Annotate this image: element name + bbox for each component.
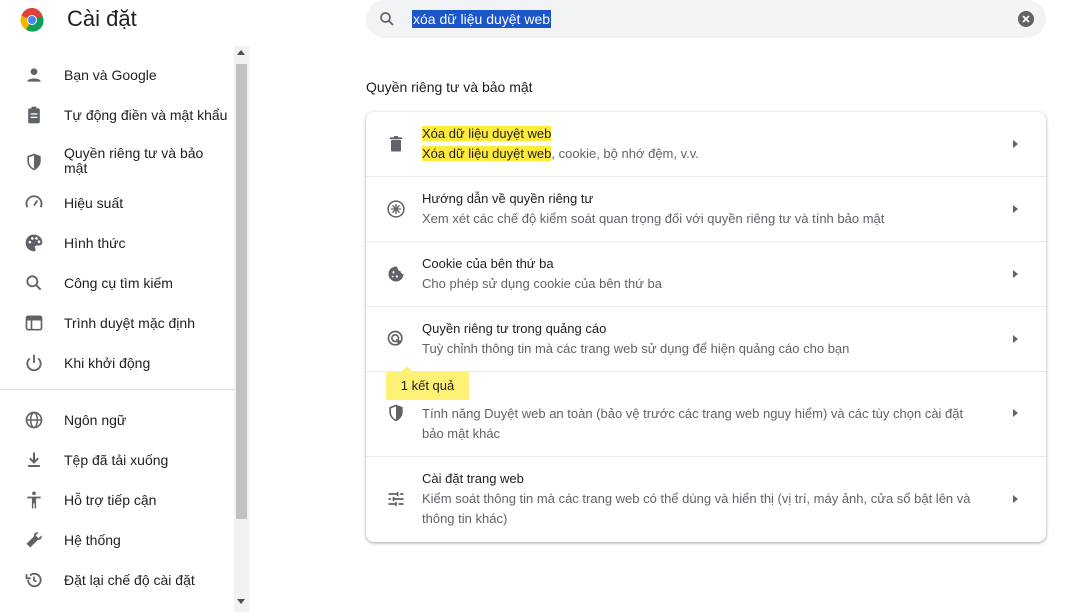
globe-icon [25,411,43,429]
sidebar-divider [0,389,234,390]
chevron-right-icon [1013,140,1018,148]
search-input[interactable]: xóa dữ liệu duyệt web [412,10,552,28]
accessibility-icon [27,491,41,509]
sidebar-item-you-and-google[interactable]: Bạn và Google [0,64,234,86]
restore-icon [25,572,42,588]
search-result-bubble: 1 kết quả [386,372,469,400]
row-description: Xem xét các chế độ kiểm soát quan trọng … [422,211,885,226]
scroll-down-icon[interactable] [237,599,245,604]
sidebar-item-search-engine[interactable]: Công cụ tìm kiếm [0,272,234,294]
trash-icon [389,136,403,152]
page-title: Cài đặt [67,6,137,31]
sidebar-item-reset-settings[interactable]: Đặt lại chế độ cài đặt [0,569,234,591]
palette-icon [25,234,43,252]
sidebar-scroll-thumb[interactable] [236,64,247,519]
sidebar-item-languages[interactable]: Ngôn ngữ [0,409,234,431]
chevron-right-icon [1013,409,1018,417]
power-icon [26,354,42,372]
section-title: Quyền riêng tư và bảo mật [366,79,533,95]
cookie-icon [388,266,404,282]
row-title: Cookie của bên thứ ba [422,256,554,271]
privacy-settings-card: Xóa dữ liệu duyệt web Xóa dữ liệu duyệt … [366,112,1046,542]
sidebar-item-autofill[interactable]: Tự động điền và mật khẩu [0,104,234,126]
sidebar-item-label: Khi khởi động [64,354,151,371]
sidebar-item-performance[interactable]: Hiệu suất [0,192,234,214]
speedometer-icon [25,195,43,208]
chevron-right-icon [1013,335,1018,343]
privacy-guide-row[interactable]: Hướng dẫn về quyền riêng tư Xem xét các … [366,177,1046,241]
person-icon [27,68,41,82]
sidebar-item-label: Hiệu suất [64,194,124,211]
sidebar-item-label: Hệ thống [64,531,121,548]
row-title: Quyền riêng tư trong quảng cáo [422,321,607,336]
chevron-right-icon [1013,205,1018,213]
row-description: Kiểm soát thông tin mà các trang web có … [422,491,971,526]
clipboard-icon [28,106,40,124]
shield-icon [389,404,403,422]
sidebar: Bạn và Google Tự động điền và mật khẩu Q… [0,46,250,612]
third-party-cookies-row[interactable]: Cookie của bên thứ ba Cho phép sử dụng c… [366,242,1046,306]
search-icon [26,275,42,291]
chevron-right-icon [1013,495,1018,503]
row-title: Cài đặt trang web [422,471,524,486]
browser-window-icon [25,315,43,331]
ad-privacy-row[interactable]: Quyền riêng tư trong quảng cáo Tuỳ chỉnh… [366,307,1046,371]
row-description: Cho phép sử dụng cookie của bên thứ ba [422,276,663,291]
sidebar-item-system[interactable]: Hệ thống [0,529,234,551]
sidebar-item-label: Trình duyệt mặc định [64,314,195,331]
sidebar-item-label: Ngôn ngữ [64,411,127,428]
clear-browsing-data-row[interactable]: Xóa dữ liệu duyệt web Xóa dữ liệu duyệt … [366,112,1046,176]
sidebar-item-on-startup[interactable]: Khi khởi động [0,352,234,374]
privacy-guide-icon [387,200,405,218]
sidebar-item-label: Hỗ trợ tiếp cận [64,491,157,508]
row-title: Hướng dẫn về quyền riêng tư [422,191,594,206]
sidebar-item-label: Đặt lại chế độ cài đặt [64,571,195,588]
sliders-icon [388,491,404,507]
ad-privacy-icon [387,330,403,346]
chevron-right-icon [1013,270,1018,278]
download-icon [28,452,40,467]
row-description: Xóa dữ liệu duyệt web, cookie, bộ nhớ đệ… [422,146,699,161]
clear-search-icon[interactable] [1018,11,1034,27]
chrome-logo-icon [20,8,44,32]
wrench-icon [26,532,42,548]
row-description: Tuỳ chỉnh thông tin mà các trang web sử … [422,341,850,356]
sidebar-item-appearance[interactable]: Hình thức [0,232,234,254]
row-description: Tính năng Duyệt web an toàn (bảo vệ trướ… [422,406,964,441]
scroll-up-icon[interactable] [237,50,245,55]
row-title: Xóa dữ liệu duyệt web [422,126,552,141]
sidebar-item-label: Hình thức [64,234,126,251]
sidebar-item-downloads[interactable]: Tệp đã tải xuống [0,449,234,471]
site-settings-row[interactable]: Cài đặt trang web Kiểm soát thông tin mà… [366,457,1046,541]
sidebar-item-label: Công cụ tìm kiếm [64,274,173,291]
search-icon [380,12,394,26]
search-box[interactable]: xóa dữ liệu duyệt web [366,0,1046,38]
sidebar-item-label: Quyền riêng tư và bảo mật [64,145,204,176]
sidebar-item-label: Bạn và Google [64,66,157,83]
sidebar-item-accessibility[interactable]: Hỗ trợ tiếp cận [0,489,234,511]
shield-icon [27,153,41,171]
sidebar-item-default-browser[interactable]: Trình duyệt mặc định [0,312,234,334]
sidebar-item-label: Tệp đã tải xuống [64,451,169,468]
sidebar-item-privacy-security[interactable]: Quyền riêng tư và bảo mật [0,144,234,178]
sidebar-item-label: Tự động điền và mật khẩu [64,106,228,123]
